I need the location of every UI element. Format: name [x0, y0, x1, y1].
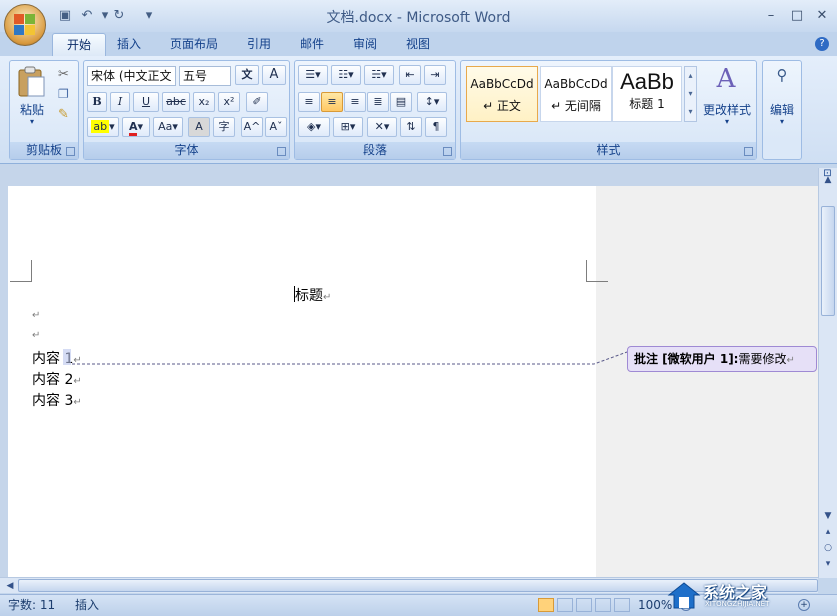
vertical-scrollbar[interactable]: ▲ ▼ ▴ ○ ▾ [818, 168, 837, 578]
full-screen-reading-icon[interactable] [557, 598, 573, 612]
office-logo-icon [14, 14, 36, 36]
web-layout-icon[interactable] [576, 598, 592, 612]
browse-object-icon[interactable]: ○ [820, 540, 836, 556]
ruler-toggle-icon[interactable]: ⊡ [818, 168, 837, 184]
insert-mode[interactable]: 插入 [75, 595, 99, 616]
comment-balloon[interactable]: 批注 [微软用户 1]:需要修改↵ [627, 346, 817, 372]
comment-connector [72, 351, 628, 365]
paragraph-mark: ↵ [786, 355, 795, 366]
scroll-down-icon[interactable]: ▼ [820, 508, 836, 524]
print-layout-icon[interactable] [538, 598, 554, 612]
scroll-left-icon[interactable]: ◀ [2, 578, 18, 594]
outline-icon[interactable] [595, 598, 611, 612]
watermark-url: XITONGZHIJIA.NET [705, 600, 770, 608]
comment-author: 批注 [微软用户 1]: [634, 352, 739, 366]
site-watermark: 系统之家 XITONGZHIJIA.NET [663, 578, 833, 614]
word-count[interactable]: 字数: 11 [8, 595, 55, 616]
next-page-icon[interactable]: ▾ [820, 556, 836, 572]
comment-text: 需要修改 [738, 352, 787, 366]
previous-page-icon[interactable]: ▴ [820, 524, 836, 540]
vertical-scroll-thumb[interactable] [821, 206, 835, 316]
draft-icon[interactable] [614, 598, 630, 612]
house-logo-icon [667, 582, 701, 609]
office-button[interactable] [4, 4, 46, 46]
